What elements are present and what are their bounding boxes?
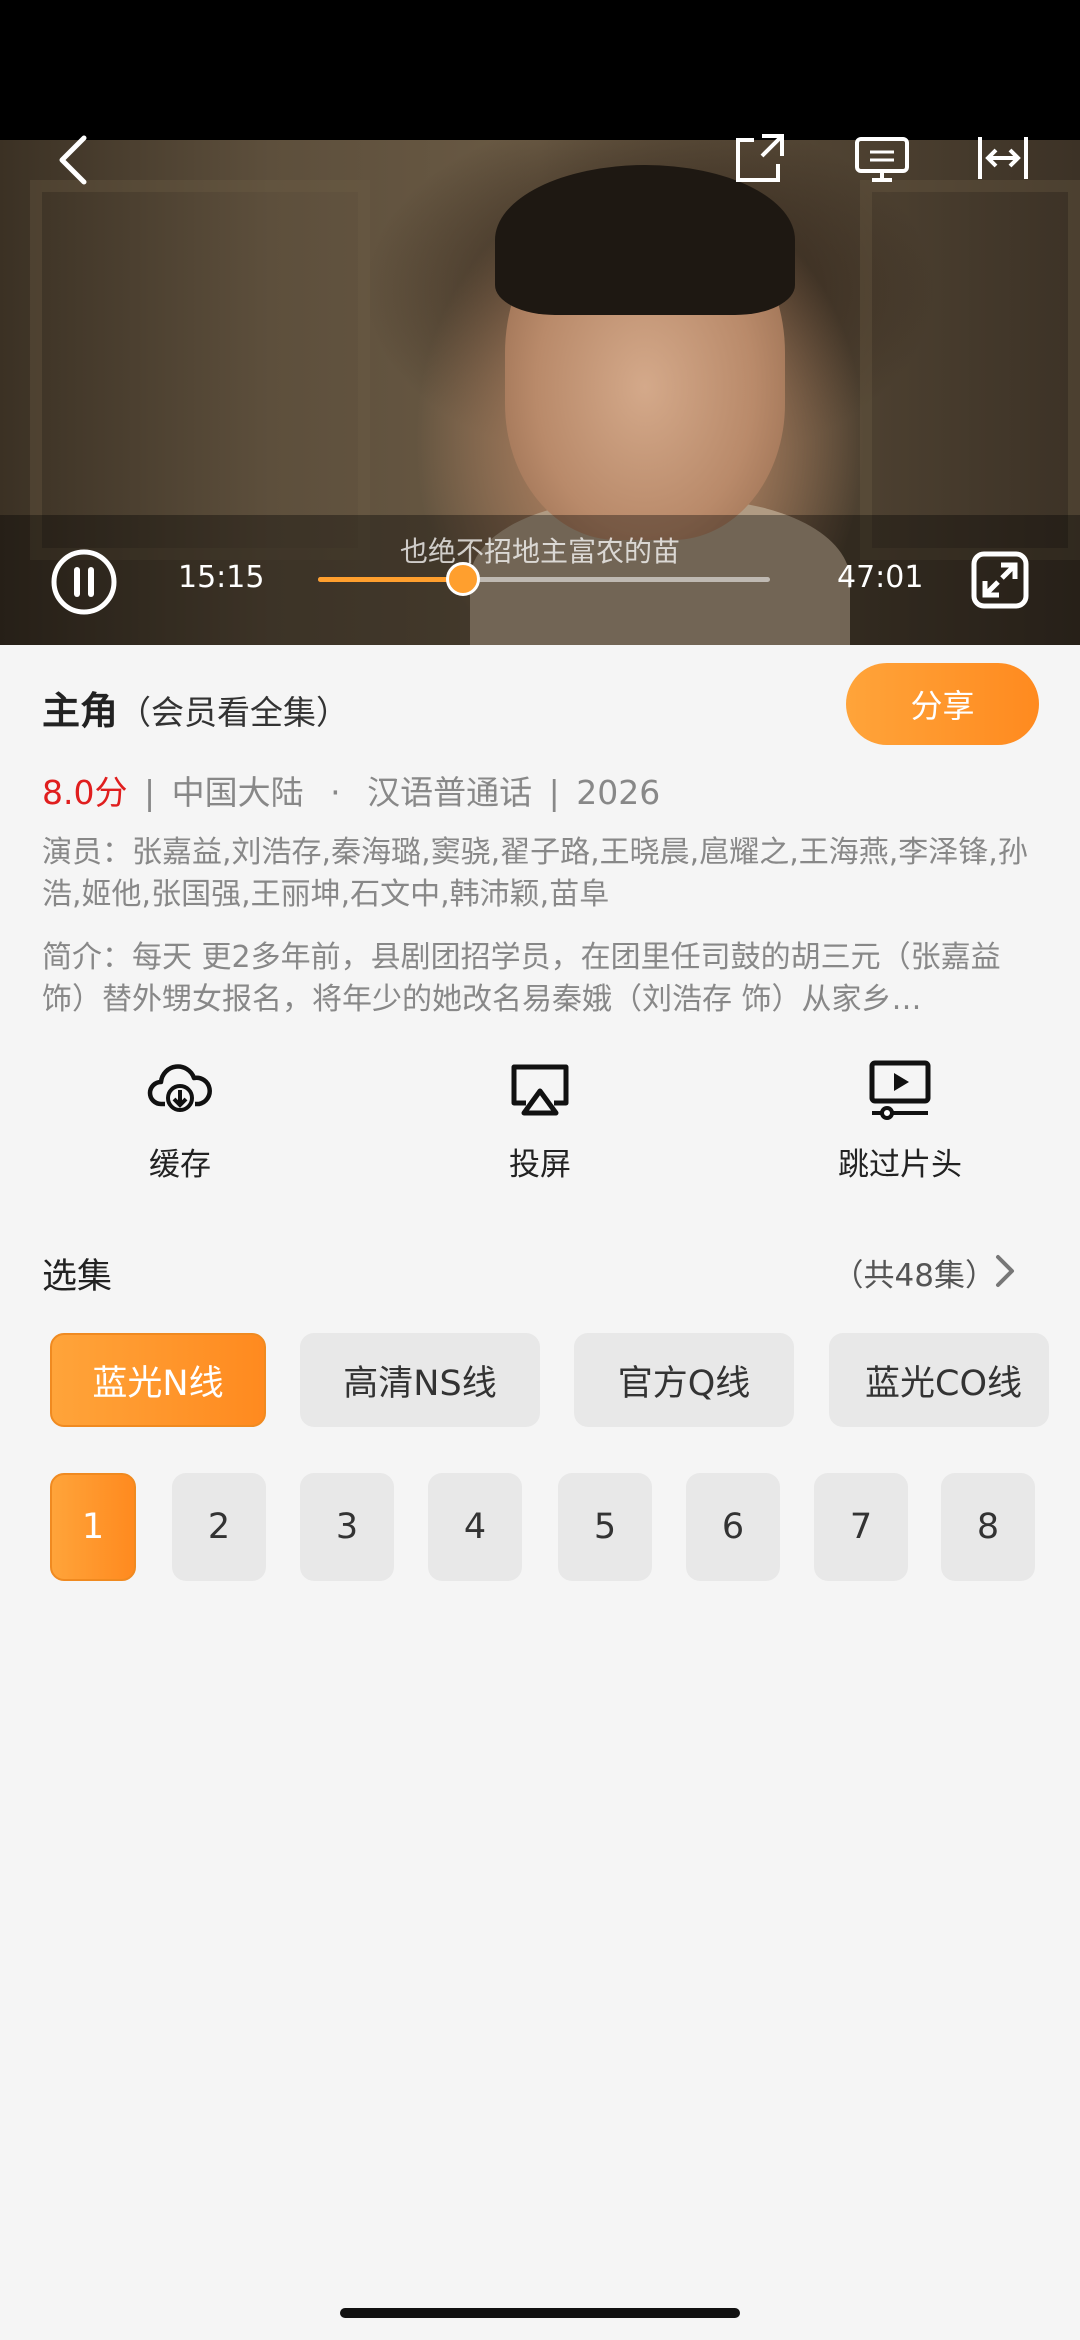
progress-slider[interactable] xyxy=(318,562,770,596)
progress-fill xyxy=(318,577,463,582)
episode-button[interactable]: 4 xyxy=(428,1473,522,1581)
skip-intro-button[interactable]: 跳过片头 xyxy=(800,1055,1000,1184)
source-tab[interactable]: 官方Q线 xyxy=(574,1333,794,1427)
download-button[interactable]: 缓存 xyxy=(80,1055,280,1184)
episode-button[interactable]: 8 xyxy=(941,1473,1035,1581)
cast-screen-button[interactable]: 投屏 xyxy=(440,1055,640,1184)
cast-screen-label: 投屏 xyxy=(509,1147,571,1183)
fit-width-icon[interactable] xyxy=(975,130,1031,186)
score: 8.0分 xyxy=(42,773,128,812)
video-background-panel xyxy=(30,180,370,560)
description[interactable]: 简介：每天 更2多年前，县剧团招学员，在团里任司鼓的胡三元（张嘉益 饰）替外甥女… xyxy=(42,937,1042,1021)
pause-icon[interactable] xyxy=(50,548,118,616)
episode-button[interactable]: 2 xyxy=(172,1473,266,1581)
episode-button[interactable]: 1 xyxy=(50,1473,136,1581)
source-tab[interactable]: 高清NS线 xyxy=(300,1333,540,1427)
year: 2026 xyxy=(576,773,661,812)
skip-intro-label: 跳过片头 xyxy=(838,1147,962,1183)
download-cloud-icon xyxy=(80,1055,280,1125)
divider: | xyxy=(548,773,560,812)
video-background-panel xyxy=(860,180,1080,560)
language: 汉语普通话 xyxy=(367,773,533,812)
current-time: 15:15 xyxy=(178,560,265,595)
total-time: 47:01 xyxy=(837,560,924,595)
episode-button[interactable]: 6 xyxy=(686,1473,780,1581)
back-icon[interactable] xyxy=(48,128,98,192)
episode-button[interactable]: 5 xyxy=(558,1473,652,1581)
dot-separator: · xyxy=(330,773,341,812)
progress-knob[interactable] xyxy=(445,562,480,596)
episode-button[interactable]: 7 xyxy=(814,1473,908,1581)
show-title-row: 主角（会员看全集） xyxy=(42,680,349,735)
show-meta: 8.0分 | 中国大陆 · 汉语普通话 | 2026 xyxy=(42,766,660,814)
episode-button[interactable]: 3 xyxy=(300,1473,394,1581)
source-tab[interactable]: 蓝光CO线 xyxy=(829,1333,1049,1427)
skip-intro-icon xyxy=(800,1055,1000,1125)
chevron-right-icon[interactable] xyxy=(990,1251,1020,1291)
status-bar xyxy=(0,0,1080,140)
divider: | xyxy=(143,773,156,812)
cast-list: 演员：张嘉益,刘浩存,秦海璐,窦骁,翟子路,王晓晨,扈耀之,王海燕,李泽锋,孙浩… xyxy=(42,835,1028,912)
airplay-icon xyxy=(440,1055,640,1125)
home-indicator[interactable] xyxy=(340,2308,740,2318)
download-label: 缓存 xyxy=(149,1147,211,1183)
fullscreen-icon[interactable] xyxy=(970,548,1030,612)
episodes-count[interactable]: （共48集） xyxy=(833,1250,996,1295)
episodes-title: 选集 xyxy=(42,1257,113,1297)
tv-cast-icon[interactable] xyxy=(852,132,912,188)
show-title-note: （会员看全集） xyxy=(118,693,350,732)
source-tab[interactable]: 蓝光N线 xyxy=(50,1333,266,1427)
region: 中国大陆 xyxy=(171,773,304,812)
open-external-icon[interactable] xyxy=(730,128,790,188)
show-title: 主角 xyxy=(42,689,119,733)
share-button[interactable]: 分享 xyxy=(846,663,1039,745)
